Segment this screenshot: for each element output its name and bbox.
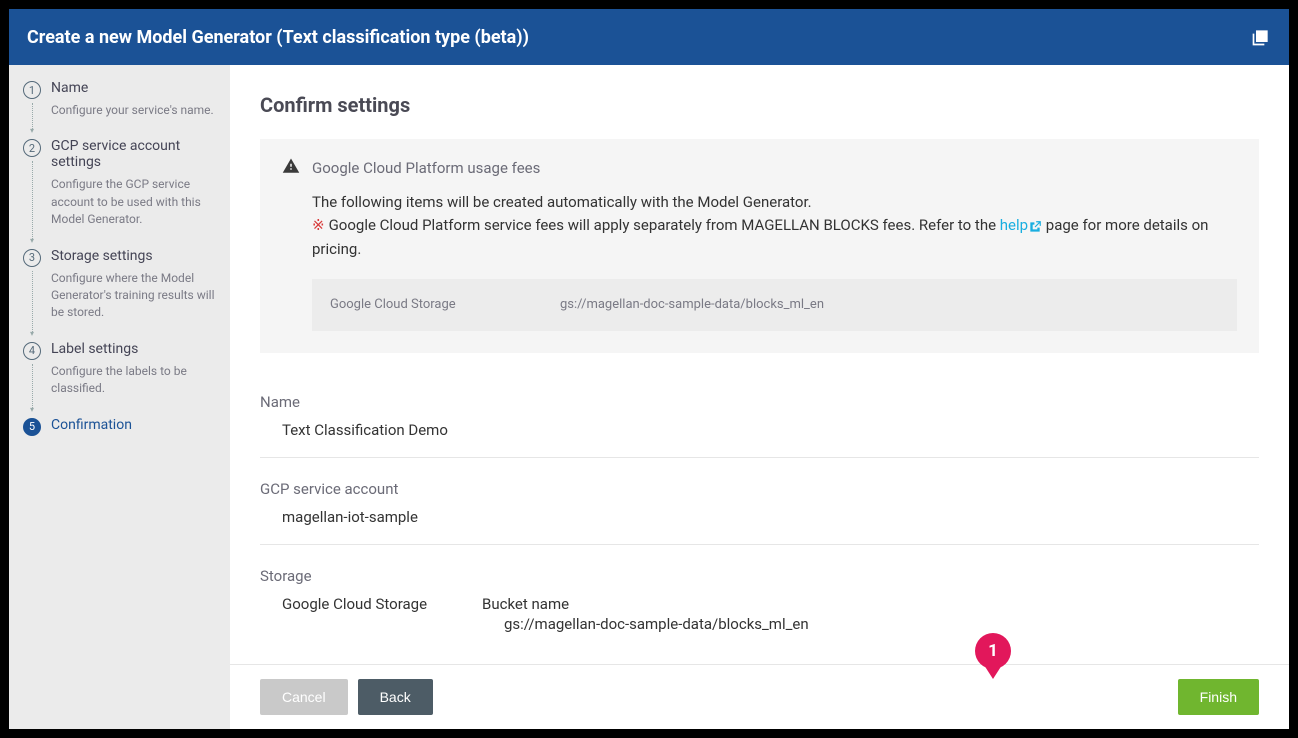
warning-heading: Google Cloud Platform usage fees xyxy=(312,159,540,177)
step-number-icon: 1 xyxy=(23,81,41,99)
section-storage: Storage Google Cloud Storage Bucket name… xyxy=(260,567,1259,651)
section-name: Name Text Classification Demo xyxy=(260,393,1259,458)
section-label: Name xyxy=(260,393,1259,411)
section-value: magellan-iot-sample xyxy=(260,508,1259,526)
step-desc: Configure where the Model Generator's tr… xyxy=(51,270,216,322)
section-value: Text Classification Demo xyxy=(260,421,1259,439)
fees-table: Google Cloud Storage gs://magellan-doc-s… xyxy=(312,279,1237,331)
header-title: Create a new Model Generator (Text class… xyxy=(27,27,529,48)
step-number-icon: 5 xyxy=(23,418,41,436)
step-title: Confirmation xyxy=(51,417,132,433)
wizard-step-name[interactable]: 1 ▾ Name Configure your service's name. xyxy=(23,81,216,135)
bucket-value: gs://magellan-doc-sample-data/blocks_ml_… xyxy=(482,615,809,633)
step-title: Storage settings xyxy=(51,248,216,264)
step-number-icon: 3 xyxy=(23,249,41,267)
wizard-sidebar: 1 ▾ Name Configure your service's name. … xyxy=(9,65,230,729)
wizard-step-confirmation[interactable]: 5 ▾ Confirmation xyxy=(23,418,216,439)
main-panel: Confirm settings Google Cloud Platform u… xyxy=(230,65,1289,729)
warning-line1: The following items will be created auto… xyxy=(312,191,1237,214)
section-gcp: GCP service account magellan-iot-sample xyxy=(260,480,1259,545)
section-label: GCP service account xyxy=(260,480,1259,498)
storage-type: Google Cloud Storage xyxy=(282,595,482,633)
step-desc: Configure the GCP service account to be … xyxy=(51,176,216,228)
finish-button[interactable]: Finish xyxy=(1178,679,1259,715)
step-title: Label settings xyxy=(51,341,216,357)
step-number-icon: 2 xyxy=(23,139,41,157)
external-link-icon xyxy=(1028,220,1042,234)
cancel-button[interactable]: Cancel xyxy=(260,679,348,715)
wizard-step-gcp[interactable]: 2 ▾ GCP service account settings Configu… xyxy=(23,139,216,244)
fees-warning-card: Google Cloud Platform usage fees The fol… xyxy=(260,139,1259,353)
header-bar: Create a new Model Generator (Text class… xyxy=(9,9,1289,65)
fees-table-value: gs://magellan-doc-sample-data/blocks_ml_… xyxy=(560,295,824,315)
bucket-label: Bucket name xyxy=(482,595,809,613)
wizard-step-storage[interactable]: 3 ▾ Storage settings Configure where the… xyxy=(23,249,216,338)
step-title: GCP service account settings xyxy=(51,138,216,170)
section-label: Storage xyxy=(260,567,1259,585)
asterisk-icon: ※ xyxy=(312,216,325,234)
footer-bar: Cancel Back Finish xyxy=(230,664,1289,729)
page-title: Confirm settings xyxy=(260,93,1259,117)
fees-table-label: Google Cloud Storage xyxy=(330,295,560,315)
step-desc: Configure the labels to be classified. xyxy=(51,363,216,398)
step-number-icon: 4 xyxy=(23,342,41,360)
step-desc: Configure your service's name. xyxy=(51,102,214,119)
warning-line2: ※Google Cloud Platform service fees will… xyxy=(312,214,1237,261)
back-button[interactable]: Back xyxy=(358,679,433,715)
wizard-step-labels[interactable]: 4 ▾ Label settings Configure the labels … xyxy=(23,342,216,414)
library-icon[interactable] xyxy=(1251,27,1271,47)
warning-icon xyxy=(282,157,300,179)
help-link[interactable]: help xyxy=(1000,216,1042,234)
step-title: Name xyxy=(51,80,214,96)
